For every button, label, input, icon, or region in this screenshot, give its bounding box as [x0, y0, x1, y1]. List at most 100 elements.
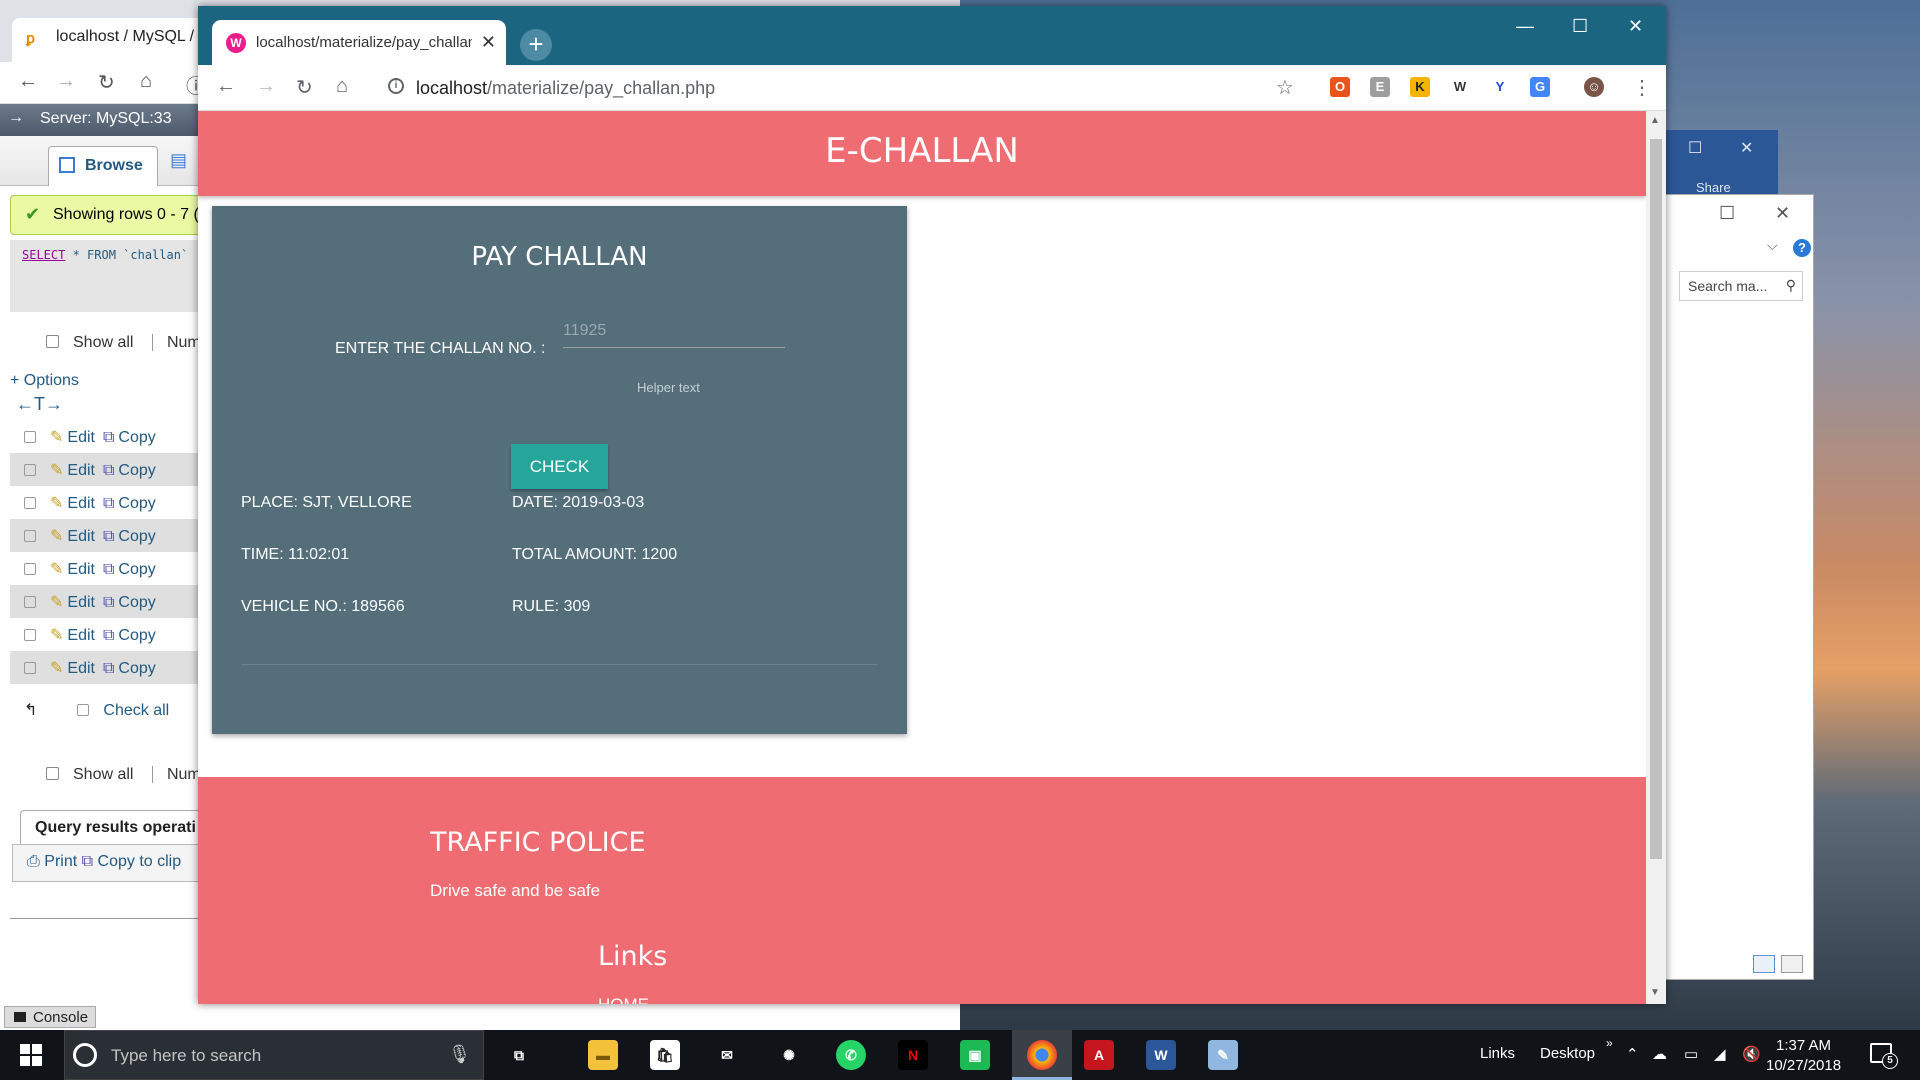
menu-dots-icon[interactable]: ⋮ — [1632, 75, 1652, 100]
microphone-icon[interactable]: 🎙 — [448, 1044, 471, 1065]
table-row[interactable]: ✎ Edit ⧉ Copy — [10, 552, 210, 585]
column-arrows-icon[interactable]: ←T→ — [16, 394, 63, 415]
table-row[interactable]: ✎ Edit ⧉ Copy — [10, 651, 210, 684]
battery-icon[interactable]: ▭ — [1684, 1045, 1698, 1063]
address-bar[interactable]: localhost/materialize/pay_challan.php — [416, 78, 715, 99]
tab-pay-challan[interactable]: W localhost/materialize/pay_challan.php … — [212, 20, 506, 65]
home-link[interactable]: HOME — [598, 995, 649, 1004]
pencil-icon: ✎ — [50, 627, 64, 644]
chevron-up-icon[interactable]: ⌃ — [1626, 1045, 1639, 1063]
mail-icon[interactable]: ✉ — [712, 1040, 742, 1070]
check-all[interactable]: ↰ Check all — [24, 700, 169, 720]
task-view-icon[interactable]: ⧉ — [504, 1040, 534, 1070]
home-icon[interactable]: ⌂ — [140, 70, 152, 93]
table-row[interactable]: ✎ Edit ⧉ Copy — [10, 585, 210, 618]
translate-extension-icon[interactable]: G — [1530, 77, 1550, 97]
pen-app-icon[interactable]: ✎ — [1208, 1040, 1238, 1070]
close-window-icon[interactable]: ✕ — [1628, 16, 1643, 37]
table-row[interactable]: ✎ Edit ⧉ Copy — [10, 453, 210, 486]
profile-avatar[interactable]: ☺ — [1584, 77, 1604, 97]
network-app-icon[interactable]: ✺ — [774, 1040, 804, 1070]
bookmark-star-icon[interactable]: ☆ — [1276, 75, 1294, 100]
row-checkbox[interactable] — [24, 629, 36, 641]
wifi-icon[interactable]: ◢ — [1714, 1045, 1726, 1063]
share-label[interactable]: Share — [1696, 180, 1731, 195]
back-icon[interactable]: ← — [216, 75, 236, 98]
evernote-extension-icon[interactable]: E — [1370, 77, 1390, 97]
scroll-up-icon[interactable]: ▲ — [1650, 115, 1660, 126]
site-info-icon[interactable]: i — [388, 78, 404, 94]
word-icon[interactable]: W — [1146, 1040, 1176, 1070]
challan-number-input[interactable]: 11925 — [563, 314, 785, 348]
table-row[interactable]: ✎ Edit ⧉ Copy — [10, 486, 210, 519]
row-checkbox[interactable] — [24, 464, 36, 476]
browse-tab[interactable]: Browse — [48, 146, 158, 186]
yoast-extension-icon[interactable]: Y — [1490, 77, 1510, 97]
whatsapp-icon[interactable]: ✆ — [836, 1040, 866, 1070]
row-checkbox[interactable] — [24, 563, 36, 575]
thumbnail-view-icon[interactable] — [1781, 955, 1803, 973]
wikipedia-extension-icon[interactable]: W — [1450, 77, 1470, 97]
taskbar-clock[interactable]: 1:37 AM 10/27/2018 — [1766, 1036, 1841, 1076]
reload-icon[interactable]: ↻ — [98, 70, 115, 95]
row-checkbox[interactable] — [24, 497, 36, 509]
check-button[interactable]: CHECK — [511, 444, 608, 489]
chrome-window[interactable]: W localhost/materialize/pay_challan.php … — [198, 6, 1666, 1004]
maximize-icon[interactable]: ☐ — [1688, 138, 1702, 158]
show-all-checkbox[interactable] — [46, 335, 59, 348]
taskbar-search-input[interactable]: Type here to search 🎙 — [64, 1030, 484, 1080]
row-checkbox[interactable] — [24, 596, 36, 608]
green-app-icon[interactable]: ▣ — [960, 1040, 990, 1070]
bg-tab-phpmyadmin[interactable]: ꝑ localhost / MySQL / tr — [12, 18, 212, 62]
options-link[interactable]: + Options — [10, 372, 79, 390]
store-icon[interactable]: 🛍 — [650, 1040, 680, 1070]
new-tab-button[interactable]: + — [520, 29, 552, 61]
show-all-top[interactable]: Show all Num — [46, 334, 201, 352]
volume-muted-icon[interactable]: 🔇 — [1742, 1045, 1761, 1063]
structure-icon[interactable]: ▤ — [170, 150, 187, 171]
acrobat-icon[interactable]: A — [1084, 1040, 1114, 1070]
row-checkbox[interactable] — [24, 530, 36, 542]
show-all-checkbox[interactable] — [46, 767, 59, 780]
row-checkbox[interactable] — [24, 431, 36, 443]
double-chevron-icon[interactable]: » — [1606, 1036, 1613, 1050]
forward-icon[interactable]: → — [256, 75, 276, 98]
show-all-bottom[interactable]: Show all Num — [46, 766, 201, 784]
file-explorer-icon[interactable]: ▬ — [588, 1040, 618, 1070]
home-icon[interactable]: ⌂ — [336, 75, 348, 98]
onedrive-icon[interactable]: ☁ — [1652, 1045, 1667, 1063]
background-explorer-window[interactable]: ☐ ✕ ⌵ ? Search ma... ⚲ — [1664, 194, 1814, 980]
minimize-icon[interactable]: — — [1516, 16, 1534, 37]
details-view-icon[interactable] — [1753, 955, 1775, 973]
chrome-icon[interactable] — [1027, 1040, 1057, 1070]
windows-start-icon[interactable] — [20, 1044, 42, 1066]
maximize-icon[interactable]: ☐ — [1572, 16, 1588, 37]
table-row[interactable]: ✎ Edit ⧉ Copy — [10, 618, 210, 651]
page-scrollbar[interactable]: ▲ ▼ — [1646, 111, 1666, 1004]
table-row[interactable]: ✎ Edit ⧉ Copy — [10, 519, 210, 552]
forward-icon[interactable]: → — [56, 70, 76, 93]
background-app-window[interactable]: ☐ ✕ Share — [1660, 130, 1778, 200]
office-extension-icon[interactable]: O — [1330, 77, 1350, 97]
links-toolbar[interactable]: Links — [1480, 1045, 1515, 1062]
keep-extension-icon[interactable]: K — [1410, 77, 1430, 97]
table-row[interactable]: ✎ Edit ⧉ Copy — [10, 420, 210, 453]
help-icon[interactable]: ? — [1793, 239, 1811, 257]
close-icon[interactable]: ✕ — [1775, 203, 1790, 224]
console-button[interactable]: Console — [4, 1006, 96, 1028]
scroll-down-icon[interactable]: ▼ — [1650, 987, 1660, 998]
desktop-toolbar[interactable]: Desktop — [1540, 1045, 1595, 1062]
scrollbar-thumb[interactable] — [1650, 139, 1662, 859]
netflix-icon[interactable]: N — [898, 1040, 928, 1070]
chevron-down-icon[interactable]: ⌵ — [1767, 237, 1778, 254]
close-icon[interactable]: ✕ — [1740, 138, 1753, 158]
maximize-icon[interactable]: ☐ — [1719, 203, 1735, 224]
row-checkbox[interactable] — [24, 662, 36, 674]
copy-icon: ⧉ — [102, 462, 115, 479]
notifications-icon[interactable]: 5 — [1870, 1043, 1898, 1069]
check-all-checkbox[interactable] — [77, 704, 90, 716]
back-icon[interactable]: ← — [18, 70, 38, 93]
search-input[interactable]: Search ma... ⚲ — [1679, 271, 1803, 301]
close-tab-icon[interactable]: ✕ — [481, 32, 496, 53]
reload-icon[interactable]: ↻ — [296, 75, 313, 100]
